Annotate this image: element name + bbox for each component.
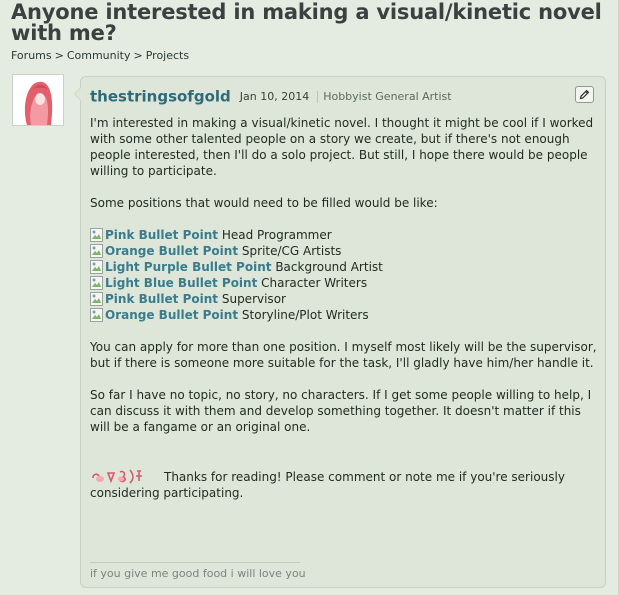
user-title: Hobbyist General Artist — [323, 90, 452, 103]
breadcrumb-separator: > — [54, 49, 64, 62]
bullet-alt-text: Pink Bullet Point — [105, 292, 219, 306]
position-role: Storyline/Plot Writers — [241, 308, 369, 322]
page-title: Anyone interested in making a visual/kin… — [11, 0, 602, 45]
signature: if you give me good food i will love you — [90, 567, 306, 580]
breadcrumb-projects-link[interactable]: Projects — [146, 49, 189, 62]
avatar-image — [13, 75, 63, 125]
bullet-alt-text: Light Blue Bullet Point — [105, 276, 258, 290]
closing-text-line1: Thanks for reading! Please comment or no… — [164, 470, 565, 484]
post-paragraph-intro: I'm interested in making a visual/kineti… — [90, 116, 594, 178]
breadcrumb-forums-link[interactable]: Forums — [11, 49, 52, 62]
header-divider — [317, 90, 319, 103]
breadcrumb-community-link[interactable]: Community — [67, 49, 131, 62]
breadcrumb-separator: > — [133, 49, 143, 62]
post-paragraph-topic: So far I have no topic, no story, no cha… — [90, 388, 592, 434]
position-role: Supervisor — [221, 292, 286, 306]
broken-image-icon — [90, 260, 103, 274]
closing-text-line2: considering participating. — [90, 486, 244, 500]
position-role: Sprite/CG Artists — [241, 244, 342, 258]
post-date: Jan 10, 2014 — [239, 90, 310, 103]
signature-divider — [90, 562, 300, 563]
post-paragraph-apply: You can apply for more than one position… — [90, 340, 597, 370]
username-link[interactable]: thestringsofgold — [90, 88, 231, 106]
edit-button[interactable] — [575, 86, 594, 103]
post-pointer — [74, 87, 81, 101]
position-item: Orange Bullet Point Sprite/CG Artists — [90, 243, 602, 259]
post-container: thestringsofgold Jan 10, 2014 Hobbyist Gen… — [74, 76, 606, 588]
closing-line: Thanks for reading! Please comment or no… — [90, 467, 602, 485]
pencil-icon — [579, 89, 590, 100]
position-item: Light Purple Bullet Point Background Art… — [90, 259, 602, 275]
broken-image-icon — [90, 276, 103, 290]
position-role: Background Artist — [275, 260, 383, 274]
broken-image-icon — [90, 292, 103, 306]
bullet-alt-text: Orange Bullet Point — [105, 308, 239, 322]
broken-image-icon — [90, 228, 103, 242]
broken-image-icon — [90, 244, 103, 258]
post-header: thestringsofgold Jan 10, 2014 Hobbyist Gen… — [90, 86, 452, 108]
bullet-alt-text: Light Purple Bullet Point — [105, 260, 272, 274]
position-item: Orange Bullet Point Storyline/Plot Write… — [90, 307, 602, 323]
broken-image-icon — [90, 308, 103, 322]
position-item: Pink Bullet Point Head Programmer — [90, 227, 602, 243]
position-role: Head Programmer — [221, 228, 332, 242]
positions-intro: Some positions that would need to be fil… — [90, 196, 438, 210]
blushing-emote-icon — [92, 469, 142, 484]
position-item: Pink Bullet Point Supervisor — [90, 291, 602, 307]
post-body: I'm interested in making a visual/kineti… — [90, 115, 602, 501]
bullet-alt-text: Pink Bullet Point — [105, 228, 219, 242]
position-item: Light Blue Bullet Point Character Writer… — [90, 275, 602, 291]
avatar[interactable] — [12, 74, 64, 126]
position-role: Character Writers — [261, 276, 368, 290]
breadcrumb: Forums > Community > Projects — [11, 49, 189, 62]
bullet-alt-text: Orange Bullet Point — [105, 244, 239, 258]
